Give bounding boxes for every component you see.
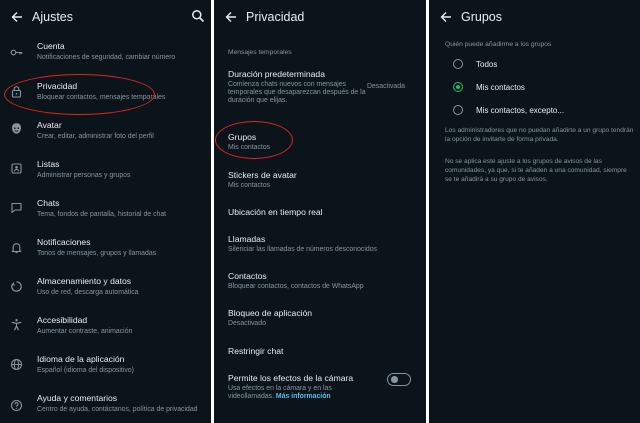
- settings-item-title: Chats: [37, 198, 60, 208]
- settings-item-title: Cuenta: [37, 41, 65, 51]
- privacy-item-title: Duración predeterminada: [228, 69, 325, 79]
- privacy-item-title: Stickers de avatar: [228, 170, 297, 180]
- groups-panel: Grupos Quién puede añadirme a los grupos…: [429, 0, 640, 423]
- settings-item-title: Accesibilidad: [37, 315, 88, 325]
- storage-icon: [10, 280, 23, 293]
- chat-icon: [10, 201, 23, 214]
- radio-mis-contactos-excepto[interactable]: [453, 105, 463, 115]
- privacy-item-subtitle: Silenciar las llamadas de números descon…: [228, 246, 377, 253]
- privacy-item-title: Ubicación en tiempo real: [228, 207, 323, 217]
- privacy-item-stickers[interactable]: Stickers de avatar Mis contactos: [214, 167, 426, 195]
- privacy-item-title: Llamadas: [228, 234, 266, 244]
- privacy-item-contactos[interactable]: Contactos Bloquear contactos, contactos …: [214, 268, 426, 296]
- option-todos[interactable]: Todos: [429, 55, 640, 75]
- search-icon[interactable]: [191, 9, 205, 23]
- help-icon: [10, 399, 23, 412]
- privacy-item-subtitle: Mis contactos: [228, 182, 271, 189]
- settings-item-subtitle: Español (idioma del dispositivo): [37, 367, 134, 374]
- groups-question: Quién puede añadirme a los grupos: [445, 41, 552, 48]
- toggle-knob: [391, 376, 398, 383]
- privacy-item-ubicacion[interactable]: Ubicación en tiempo real: [214, 204, 426, 224]
- admin-note: Los administradores que no puedan añadir…: [445, 127, 634, 143]
- settings-item-notificaciones[interactable]: Notificaciones Tonos de mensajes, grupos…: [0, 233, 211, 263]
- back-arrow-icon[interactable]: [220, 6, 242, 28]
- radio-todos[interactable]: [453, 59, 463, 69]
- privacy-item-restringir[interactable]: Restringir chat: [214, 343, 426, 363]
- camera-effects-toggle[interactable]: [387, 373, 411, 386]
- back-arrow-icon[interactable]: [6, 6, 28, 28]
- option-label: Todos: [476, 60, 498, 69]
- settings-item-ayuda[interactable]: Ayuda y comentarios Centro de ayuda, con…: [0, 389, 211, 423]
- privacy-item-title: Restringir chat: [228, 346, 284, 356]
- groups-top-bar: Grupos: [429, 0, 640, 34]
- settings-item-title: Idioma de la aplicación: [37, 354, 125, 364]
- page-title: Grupos: [461, 10, 502, 24]
- settings-item-subtitle: Notificaciones de seguridad, cambiar núm…: [37, 54, 176, 61]
- privacy-item-title: Contactos: [228, 271, 267, 281]
- community-note: No se aplica este ajuste a los grupos de…: [445, 158, 627, 183]
- settings-item-avatar[interactable]: Avatar Crear, editar, administrar foto d…: [0, 116, 211, 146]
- settings-item-subtitle: Aumentar contraste, animación: [37, 328, 133, 335]
- settings-item-subtitle: Administrar personas y grupos: [37, 172, 131, 179]
- option-mis-contactos[interactable]: Mis contactos: [429, 78, 640, 98]
- privacy-item-subtitle: Bloquear contactos, contactos de WhatsAp…: [228, 283, 364, 290]
- duration-value: Desactivada: [367, 83, 405, 90]
- privacy-item-subtitle: Desactivado: [228, 320, 266, 327]
- highlight-circle-privacidad: [4, 74, 155, 115]
- page-title: Privacidad: [246, 10, 305, 24]
- settings-item-subtitle: Centro de ayuda, contáctanos, política d…: [37, 406, 198, 413]
- settings-top-bar: Ajustes: [0, 0, 211, 34]
- back-arrow-icon[interactable]: [435, 6, 457, 28]
- key-icon: [10, 46, 23, 59]
- privacy-item-duracion[interactable]: Duración predeterminada Comienza chats n…: [214, 66, 426, 106]
- privacy-top-bar: Privacidad: [214, 0, 426, 34]
- settings-item-subtitle: Tema, fondos de pantalla, historial de c…: [37, 211, 167, 218]
- highlight-circle-grupos: [215, 121, 293, 159]
- list-icon: [10, 162, 23, 175]
- privacy-item-title: Bloqueo de aplicación: [228, 308, 313, 318]
- settings-item-title: Almacenamiento y datos: [37, 276, 132, 286]
- settings-item-title: Ayuda y comentarios: [37, 393, 118, 403]
- privacy-item-title: Permite los efectos de la cámara: [228, 373, 354, 383]
- settings-item-idioma[interactable]: Idioma de la aplicación Español (idioma …: [0, 350, 211, 380]
- settings-panel: Ajustes Cuenta Notificaciones de segurid…: [0, 0, 211, 423]
- section-header: Mensajes temporales: [228, 49, 292, 56]
- settings-item-subtitle: Crear, editar, administrar foto del perf…: [37, 133, 154, 140]
- settings-item-title: Notificaciones: [37, 237, 91, 247]
- privacy-item-subtitle: Usa efectos en la cámara y en las videol…: [228, 385, 356, 401]
- option-label: Mis contactos, excepto...: [476, 106, 565, 115]
- page-title: Ajustes: [32, 10, 73, 24]
- option-label: Mis contactos: [476, 83, 525, 92]
- learn-more-link[interactable]: Más información: [276, 393, 331, 400]
- settings-item-subtitle: Tonos de mensajes, grupos y llamadas: [37, 250, 157, 257]
- avatar-face-icon: [10, 122, 23, 135]
- radio-mis-contactos[interactable]: [453, 82, 463, 92]
- bell-icon: [10, 241, 23, 254]
- settings-item-chats[interactable]: Chats Tema, fondos de pantalla, historia…: [0, 194, 211, 224]
- settings-item-subtitle: Uso de red, descarga automática: [37, 289, 139, 296]
- privacy-panel: Privacidad Mensajes temporales Duración …: [214, 0, 426, 423]
- settings-item-title: Avatar: [37, 120, 62, 130]
- globe-icon: [10, 358, 23, 371]
- settings-item-listas[interactable]: Listas Administrar personas y grupos: [0, 155, 211, 185]
- privacy-item-camara[interactable]: Permite los efectos de la cámara Usa efe…: [214, 370, 426, 406]
- privacy-item-bloqueo[interactable]: Bloqueo de aplicación Desactivado: [214, 305, 426, 333]
- privacy-item-llamadas[interactable]: Llamadas Silenciar las llamadas de númer…: [214, 231, 426, 259]
- settings-item-almacenamiento[interactable]: Almacenamiento y datos Uso de red, desca…: [0, 272, 211, 302]
- option-mis-contactos-excepto[interactable]: Mis contactos, excepto...: [429, 101, 640, 121]
- settings-item-title: Listas: [37, 159, 60, 169]
- accessibility-icon: [10, 318, 23, 331]
- privacy-item-subtitle: Comienza chats nuevos con mensajes tempo…: [228, 81, 366, 105]
- settings-item-accesibilidad[interactable]: Accesibilidad Aumentar contraste, animac…: [0, 311, 211, 341]
- settings-item-cuenta[interactable]: Cuenta Notificaciones de seguridad, camb…: [0, 38, 211, 68]
